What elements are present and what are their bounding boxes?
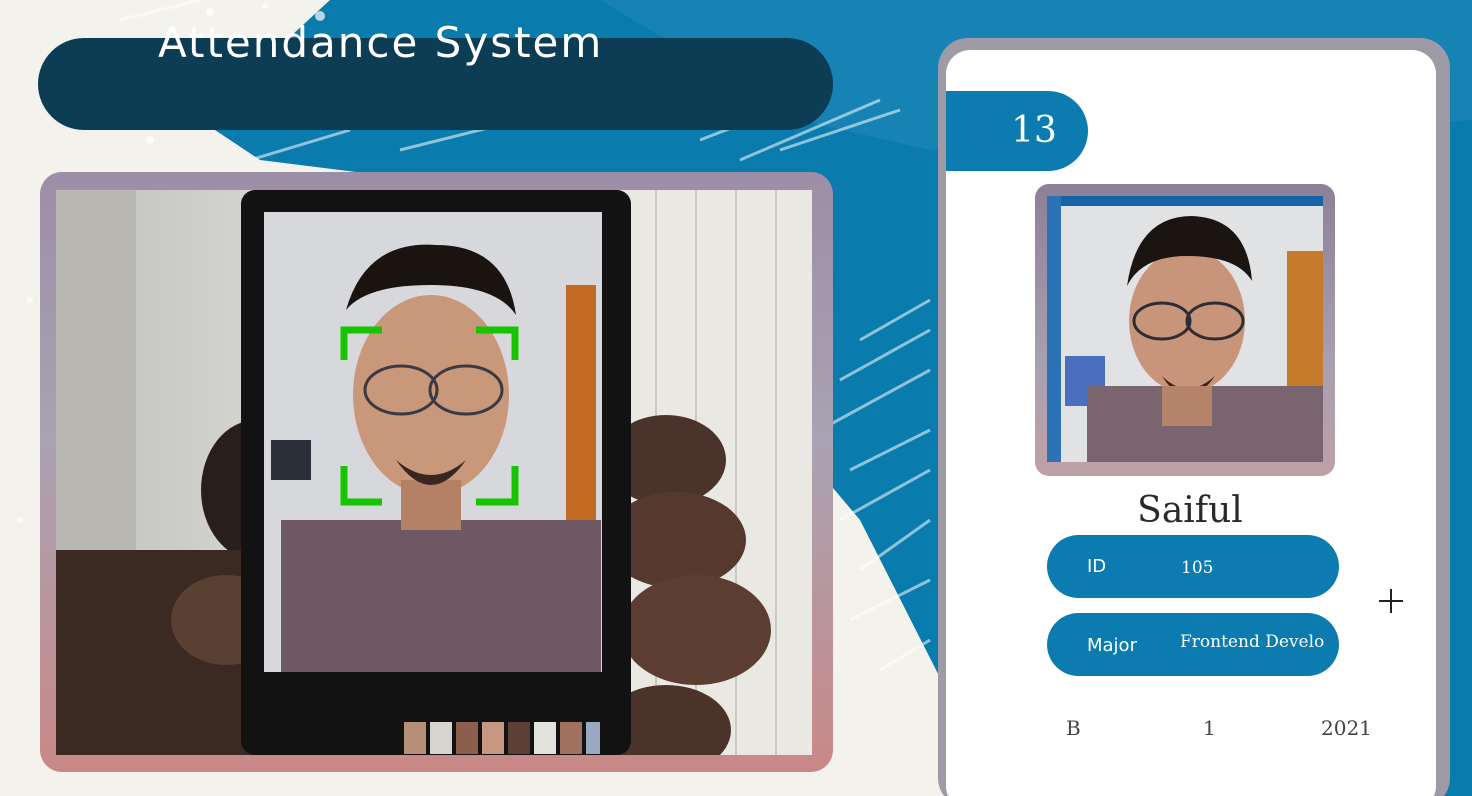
page-title: Attendance System	[158, 18, 604, 67]
year-value: 1	[1203, 716, 1216, 740]
student-photo	[1047, 196, 1323, 462]
id-value: 105	[1181, 558, 1214, 578]
face-detection-box	[340, 326, 519, 506]
camera-feed	[56, 190, 812, 755]
attendance-count: 13	[1011, 110, 1057, 151]
id-field: ID 105	[1047, 535, 1339, 598]
student-name: Saiful	[1137, 490, 1243, 531]
starting-year-value: 2021	[1321, 716, 1372, 740]
id-label: ID	[1087, 556, 1107, 577]
major-label: Major	[1087, 635, 1137, 656]
major-field: Major Frontend Develo	[1047, 613, 1339, 676]
standing-value: B	[1066, 716, 1081, 740]
crosshair-cursor-icon	[1379, 589, 1403, 613]
major-value: Frontend Develo	[1180, 632, 1325, 652]
